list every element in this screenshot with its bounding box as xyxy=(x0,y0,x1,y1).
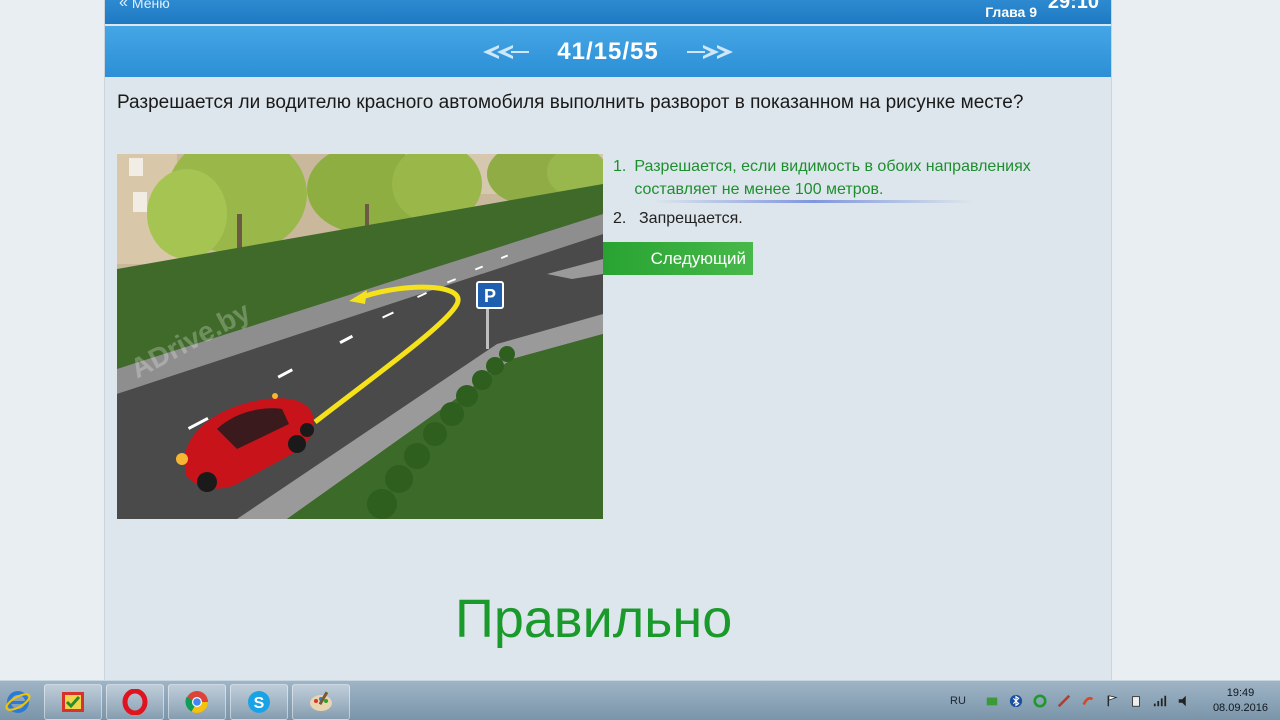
selection-underline xyxy=(653,200,973,203)
tools-icon[interactable] xyxy=(1056,693,1072,709)
system-clock[interactable]: 19:49 08.09.2016 xyxy=(1213,686,1268,716)
double-arrow-left-icon xyxy=(483,44,530,59)
windows-taskbar: S RU 19:49 08.09.2016 xyxy=(0,680,1280,720)
internet-explorer-icon xyxy=(5,691,31,713)
menu-label: Меню xyxy=(131,0,170,11)
menu-button[interactable]: « Меню xyxy=(119,0,170,12)
answer-number: 2. xyxy=(613,210,627,227)
test-app-window: « Меню Глава 9 29:10 41/15/55 Разрешаетс… xyxy=(104,0,1112,680)
sync-icon[interactable] xyxy=(1032,693,1048,709)
language-indicator[interactable]: RU xyxy=(950,695,966,707)
signal-strength-icon[interactable] xyxy=(1152,693,1168,709)
internet-explorer-button[interactable] xyxy=(0,684,36,720)
answer-number: 1. xyxy=(613,158,627,175)
clock-time: 19:49 xyxy=(1226,687,1255,699)
question-counter: 41/15/55 xyxy=(557,37,659,65)
chapter-label: Глава 9 xyxy=(985,4,1037,20)
flash-icon[interactable] xyxy=(1080,693,1096,709)
answer-text: Разрешается, если видимость в обоих напр… xyxy=(634,158,1031,198)
answers-list: 1. Разрешается, если видимость в обоих н… xyxy=(613,155,1093,232)
taskbar-paint[interactable] xyxy=(292,684,350,720)
answer-text: Запрещается. xyxy=(639,210,743,227)
result-text: Правильно xyxy=(455,589,733,649)
back-arrow-icon: « xyxy=(119,0,128,11)
bluetooth-icon[interactable] xyxy=(1008,693,1024,709)
question-navigation: 41/15/55 xyxy=(105,26,1111,77)
top-bar: « Меню Глава 9 29:10 xyxy=(105,0,1111,24)
parking-sign: P xyxy=(484,286,496,306)
question-text: Разрешается ли водителю красного автомоб… xyxy=(117,92,1024,113)
next-question-arrow-button[interactable] xyxy=(686,44,733,60)
skype-icon: S xyxy=(248,691,270,713)
next-button[interactable]: Следующий xyxy=(603,242,753,275)
taskbar-opera[interactable] xyxy=(106,684,164,720)
paint-icon xyxy=(310,691,332,711)
taskbar-checklist-app[interactable] xyxy=(44,684,102,720)
road-situation-image: P ADrive.by xyxy=(117,154,603,519)
previous-question-button[interactable] xyxy=(483,44,530,60)
action-center-flag-icon[interactable] xyxy=(1104,693,1120,709)
taskbar-chrome[interactable] xyxy=(168,684,226,720)
opera-icon xyxy=(122,689,148,715)
volume-icon[interactable] xyxy=(1176,693,1192,709)
chrome-icon xyxy=(185,691,208,713)
timer: 29:10 xyxy=(1047,0,1099,13)
taskbar-skype[interactable]: S xyxy=(230,684,288,720)
checklist-app-icon xyxy=(62,692,84,712)
device-icon[interactable] xyxy=(1128,693,1144,709)
answer-option-1[interactable]: 1. Разрешается, если видимость в обоих н… xyxy=(613,155,1093,201)
clock-date: 08.09.2016 xyxy=(1212,702,1268,714)
svg-text:S: S xyxy=(254,695,265,712)
double-arrow-right-icon xyxy=(686,44,733,59)
answer-option-2[interactable]: 2. Запрещается. xyxy=(613,207,1093,230)
network-shield-icon[interactable] xyxy=(984,693,1000,709)
